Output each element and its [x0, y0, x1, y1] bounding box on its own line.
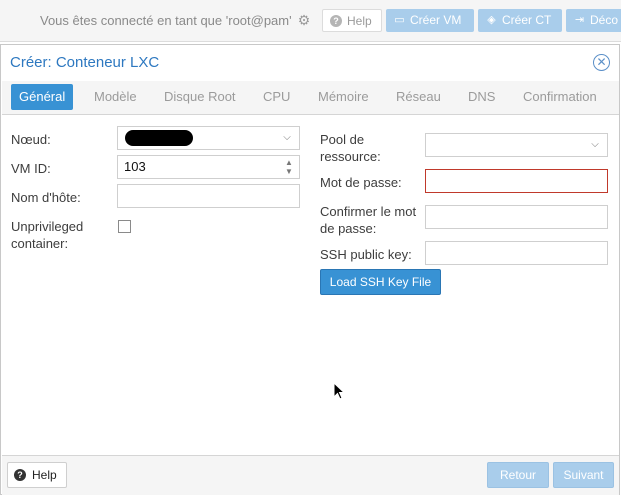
node-label: Nœud:: [11, 132, 51, 147]
tab-dns[interactable]: DNS: [460, 84, 503, 110]
create-ct-label: Créer CT: [502, 13, 552, 27]
top-help-button[interactable]: ? Help: [322, 9, 382, 32]
close-icon[interactable]: ✕: [593, 54, 610, 71]
tab-modele[interactable]: Modèle: [86, 84, 145, 110]
password-label: Mot de passe:: [320, 175, 402, 190]
logout-button[interactable]: ⇥ Déco: [566, 9, 621, 32]
mouse-cursor-icon: [333, 382, 346, 400]
next-button[interactable]: Suivant: [553, 462, 614, 488]
confirm-password-label: Confirmer le mot de passe:: [320, 204, 417, 236]
create-vm-label: Créer VM: [410, 13, 462, 27]
tab-confirmation[interactable]: Confirmation: [515, 84, 605, 110]
tab-memoire[interactable]: Mémoire: [310, 84, 377, 110]
node-select[interactable]: ⌵: [117, 126, 300, 150]
footer-help-label: Help: [32, 468, 57, 482]
tab-general[interactable]: Général: [11, 84, 74, 110]
tab-disque-root[interactable]: Disque Root: [156, 84, 244, 110]
load-ssh-key-button[interactable]: Load SSH Key File: [320, 269, 441, 295]
create-lxc-dialog: Créer: Conteneur LXC ✕ Général Modèle Di…: [0, 44, 620, 495]
chevron-down-icon: ⌵: [283, 132, 291, 143]
pool-label: Pool de ressource:: [320, 132, 381, 164]
vmid-spinner[interactable]: 103 ▲ ▼: [117, 155, 300, 179]
ssh-key-label: SSH public key:: [320, 247, 412, 262]
create-ct-button[interactable]: ◈ Créer CT: [478, 9, 562, 32]
dialog-footer: ? Help Retour Suivant: [2, 455, 619, 495]
vmid-value: 103: [124, 159, 146, 174]
spinner-arrows-icon[interactable]: ▲ ▼: [283, 158, 295, 176]
ssh-key-input[interactable]: [425, 241, 608, 265]
redacted-node-value: [125, 130, 193, 146]
footer-help-button[interactable]: ? Help: [7, 462, 67, 488]
unprivileged-label: Unprivileged container:: [11, 219, 84, 251]
dialog-title: Créer: Conteneur LXC: [10, 54, 160, 71]
help-icon: ?: [14, 469, 26, 481]
unprivileged-checkbox[interactable]: [118, 220, 131, 233]
password-input[interactable]: [425, 169, 608, 193]
pool-select[interactable]: ⌵: [425, 133, 608, 157]
logout-label: Déco: [590, 13, 619, 27]
hostname-label: Nom d'hôte:: [11, 190, 81, 205]
general-form: Nœud: ⌵ VM ID: 103 ▲ ▼ Nom d'hôte: Unpriv…: [2, 115, 619, 455]
top-help-label: Help: [347, 14, 372, 28]
chevron-down-icon: ⌵: [591, 139, 599, 150]
back-button[interactable]: Retour: [487, 462, 549, 488]
cube-icon: ◈: [487, 14, 496, 26]
help-icon: ?: [330, 15, 342, 27]
tab-cpu[interactable]: CPU: [255, 84, 298, 110]
confirm-password-input[interactable]: [425, 205, 608, 229]
wizard-tabs: Général Modèle Disque Root CPU Mémoire R…: [2, 81, 619, 115]
monitor-icon: ▭: [394, 14, 405, 26]
logout-icon: ⇥: [574, 14, 585, 26]
tab-reseau[interactable]: Réseau: [388, 84, 449, 110]
top-bar: Vous êtes connecté en tant que 'root@pam…: [0, 0, 621, 42]
vmid-label: VM ID:: [11, 161, 51, 176]
gear-icon[interactable]: ⚙: [296, 12, 312, 28]
hostname-input[interactable]: [117, 184, 300, 208]
create-vm-button[interactable]: ▭ Créer VM: [386, 9, 474, 32]
logged-in-text: Vous êtes connecté en tant que 'root@pam…: [40, 13, 292, 28]
